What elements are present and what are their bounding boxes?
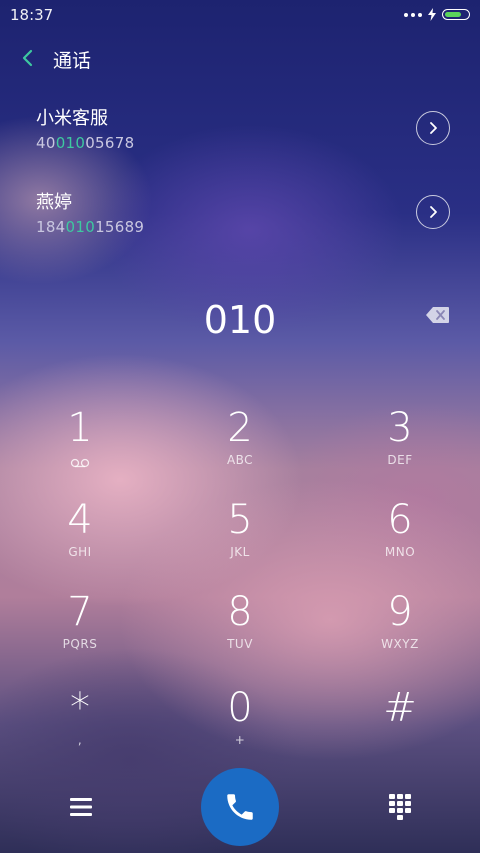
voicemail-icon [70, 458, 90, 468]
key-9[interactable]: 9 WXYZ [320, 589, 480, 679]
key-0[interactable]: 0 + [160, 685, 320, 775]
contact-detail-button[interactable] [416, 195, 450, 229]
key-6[interactable]: 6 MNO [320, 497, 480, 587]
battery-icon [442, 9, 470, 20]
status-icons [404, 8, 470, 21]
battery-level [445, 11, 461, 17]
charging-bolt-icon [428, 8, 436, 21]
key-7[interactable]: 7 PQRS [0, 589, 160, 679]
chevron-left-icon[interactable] [18, 46, 38, 70]
list-item[interactable]: 小米客服 4001005678 [0, 86, 480, 170]
backspace-icon[interactable] [426, 306, 450, 324]
contact-name: 小米客服 [36, 108, 108, 129]
key-1[interactable]: 1 [0, 405, 160, 495]
dialpad-icon[interactable] [389, 794, 411, 820]
list-item[interactable]: 燕婷 18401015689 [0, 170, 480, 254]
menu-icon[interactable] [70, 797, 92, 817]
more-dots-icon [404, 12, 422, 17]
app-header: 通话 [0, 44, 480, 74]
phone-call-icon [227, 794, 253, 820]
chevron-right-icon [430, 122, 437, 134]
bottom-bar [0, 768, 480, 850]
contact-number: 4001005678 [36, 134, 135, 152]
key-4[interactable]: 4 GHI [0, 497, 160, 587]
call-button[interactable] [201, 768, 279, 846]
contact-detail-button[interactable] [416, 111, 450, 145]
chevron-right-icon [430, 206, 437, 218]
key-5[interactable]: 5 JKL [160, 497, 320, 587]
search-results: 小米客服 4001005678 燕婷 18401015689 [0, 86, 480, 278]
key-8[interactable]: 8 TUV [160, 589, 320, 679]
key-3[interactable]: 3 DEF [320, 405, 480, 495]
key-2[interactable]: 2 ABC [160, 405, 320, 495]
dial-input[interactable]: 010 [0, 298, 480, 342]
page-title: 通话 [53, 50, 92, 72]
key-star[interactable]: * , [0, 685, 160, 775]
contact-name: 燕婷 [36, 192, 72, 213]
key-hash[interactable]: # [320, 685, 480, 775]
status-bar: 18:37 [0, 0, 480, 30]
contact-number: 18401015689 [36, 218, 145, 236]
status-time: 18:37 [10, 6, 54, 24]
